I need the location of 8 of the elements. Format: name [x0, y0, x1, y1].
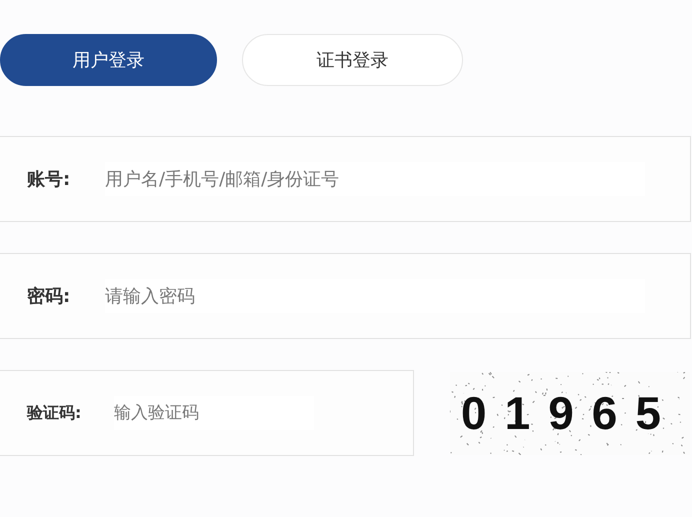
login-field[interactable]: 密码: 请输入密码	[0, 253, 691, 339]
login-field[interactable]: 验证码: 输入验证码	[0, 370, 414, 456]
field-label: 验证码:	[27, 402, 82, 424]
login-tab[interactable]: 用户登录	[0, 34, 217, 86]
field-label: 密码:	[27, 285, 72, 308]
login-tab[interactable]: 证书登录	[242, 34, 463, 86]
login-field[interactable]: 账号: 用户名/手机号/邮箱/身份证号	[0, 136, 691, 222]
field-label: 账号:	[27, 168, 72, 191]
